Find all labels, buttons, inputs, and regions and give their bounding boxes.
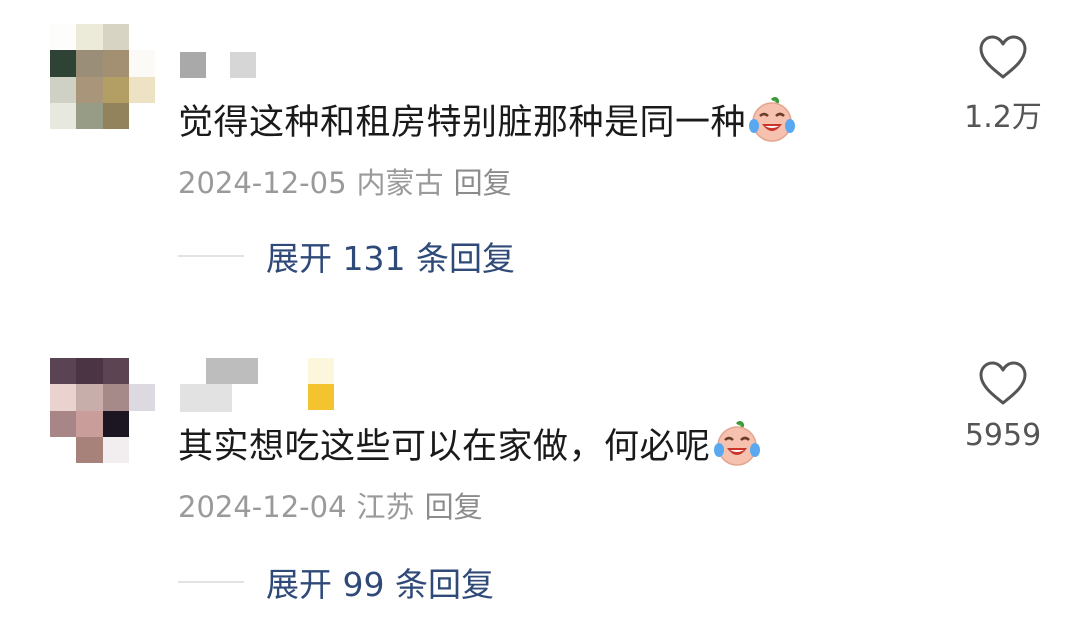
comment-date: 2024-12-04 — [178, 490, 347, 524]
expand-replies-label[interactable]: 展开 99 条回复 — [266, 558, 494, 606]
laughing-crying-emoji-icon — [749, 97, 796, 142]
like-count: 5959 — [964, 418, 1042, 453]
avatar[interactable] — [50, 358, 155, 463]
like-count: 1.2万 — [964, 100, 1042, 135]
comment-item: 觉得这种和租房特别脏那种是同一种 2024-12-05 内蒙古 回复 展开 131 … — [0, 0, 1080, 300]
expand-replies[interactable]: 展开 131 条回复 — [178, 232, 515, 280]
comment-text: 其实想吃这些可以在家做，何必呢 — [178, 420, 761, 469]
divider — [178, 255, 244, 257]
heart-outline-icon[interactable] — [978, 360, 1028, 406]
comment-location: 江苏 — [356, 490, 415, 524]
reply-button[interactable]: 回复 — [425, 490, 483, 524]
reply-button[interactable]: 回复 — [454, 166, 512, 200]
comment-item: 其实想吃这些可以在家做，何必呢 2024-12-04 江苏 回复 展开 99 条回复… — [0, 322, 1080, 623]
comment-date: 2024-12-05 — [178, 166, 347, 200]
expand-replies[interactable]: 展开 99 条回复 — [178, 558, 494, 606]
comment-meta: 2024-12-05 内蒙古 回复 — [178, 160, 512, 202]
comment-location: 内蒙古 — [356, 166, 444, 200]
divider — [178, 581, 244, 583]
avatar[interactable] — [50, 24, 155, 129]
heart-outline-icon[interactable] — [978, 34, 1028, 80]
like-control[interactable]: 5959 — [958, 360, 1048, 453]
comment-meta: 2024-12-04 江苏 回复 — [178, 484, 483, 526]
laughing-crying-emoji-icon — [713, 421, 760, 466]
comment-text: 觉得这种和租房特别脏那种是同一种 — [178, 96, 796, 145]
expand-replies-label[interactable]: 展开 131 条回复 — [266, 232, 515, 280]
like-control[interactable]: 1.2万 — [958, 34, 1048, 136]
